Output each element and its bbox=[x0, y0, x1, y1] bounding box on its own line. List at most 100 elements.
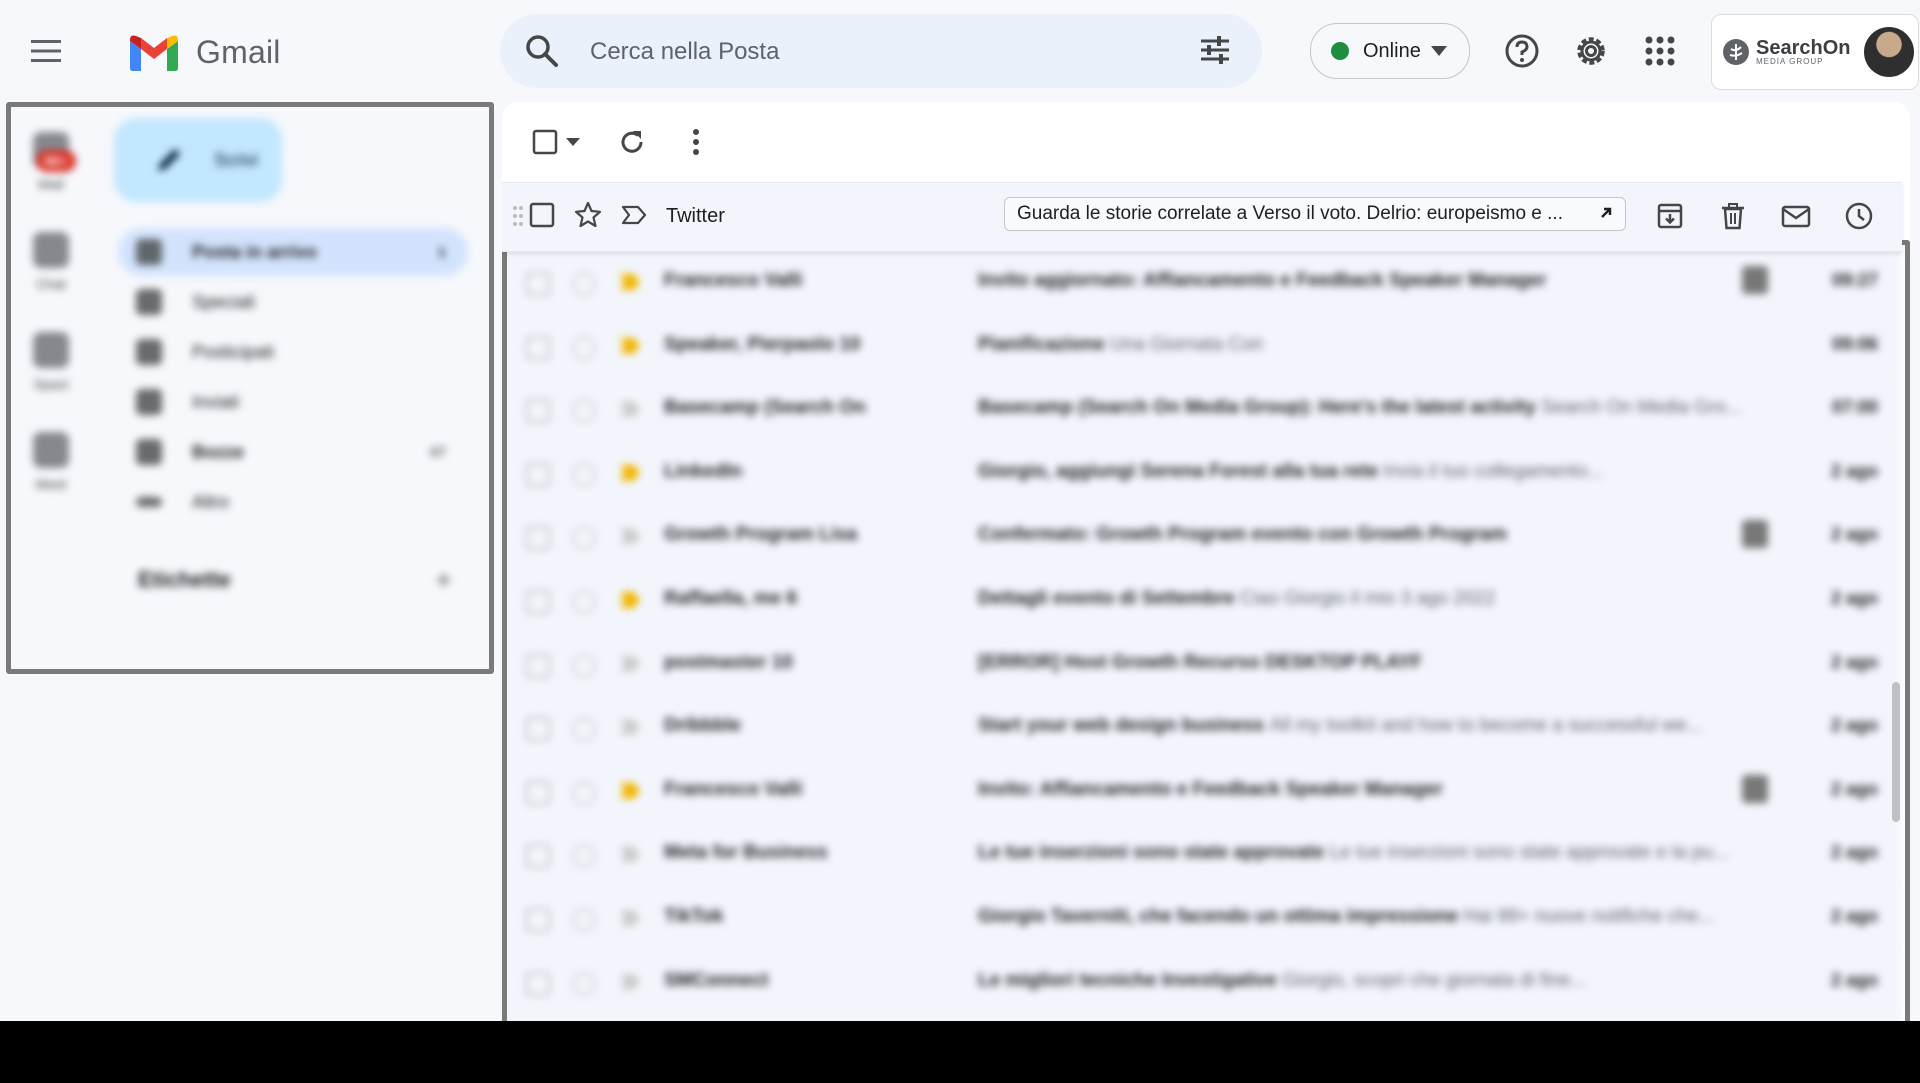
more-options-button[interactable] bbox=[676, 122, 716, 162]
star-icon[interactable] bbox=[572, 399, 596, 424]
email-subject: Pianificazione Una Giornata Con bbox=[978, 334, 1263, 356]
email-row[interactable]: Dribbble Start your web design business A… bbox=[502, 695, 1902, 759]
calendar-icon[interactable] bbox=[1742, 266, 1768, 294]
email-row[interactable]: Speaker, Pierpaolo 10 Pianificazione Una … bbox=[502, 313, 1902, 378]
star-icon[interactable] bbox=[572, 335, 596, 360]
row-checkbox[interactable] bbox=[526, 653, 550, 678]
row-checkbox[interactable] bbox=[526, 399, 550, 424]
search-bar[interactable] bbox=[500, 14, 1262, 88]
mark-unread-button[interactable] bbox=[1778, 198, 1814, 234]
email-row[interactable]: Basecamp (Search On Basecamp (Search On M… bbox=[502, 377, 1902, 441]
label-important-icon[interactable] bbox=[620, 401, 640, 418]
row-checkbox[interactable] bbox=[526, 971, 550, 996]
row-checkbox[interactable] bbox=[528, 201, 556, 229]
row-checkbox[interactable] bbox=[526, 462, 550, 487]
rail-item-meet[interactable]: Meet bbox=[6, 432, 96, 492]
apps-button[interactable] bbox=[1637, 28, 1683, 74]
sidebar-item-sent[interactable]: Inviati bbox=[118, 378, 468, 426]
search-options-button[interactable] bbox=[1198, 33, 1232, 67]
add-label-button[interactable]: + bbox=[436, 565, 451, 596]
importance-toggle[interactable] bbox=[620, 201, 648, 229]
row-checkbox[interactable] bbox=[526, 335, 550, 360]
email-row[interactable]: LinkedIn Giorgio, aggiungi Serena Forest … bbox=[502, 440, 1902, 505]
email-subject-text: Le migliori tecniche Investigative bbox=[978, 969, 1277, 991]
label-important-icon[interactable] bbox=[620, 528, 640, 545]
related-stories-chip[interactable]: Guarda le storie correlate a Verso il vo… bbox=[1004, 197, 1626, 231]
email-row[interactable] bbox=[502, 1013, 1902, 1021]
sidebar-item-snoozed[interactable]: Posticipati bbox=[118, 328, 468, 376]
star-icon[interactable] bbox=[572, 971, 596, 996]
email-row[interactable]: SMConnect Le migliori tecniche Investigat… bbox=[502, 949, 1902, 1014]
select-all-checkbox[interactable] bbox=[526, 122, 586, 162]
account-button[interactable]: SearchOn MEDIA GROUP bbox=[1711, 14, 1919, 90]
star-icon[interactable] bbox=[572, 717, 596, 742]
rail-item-mail[interactable]: Mail 99+ bbox=[6, 132, 96, 192]
calendar-icon[interactable] bbox=[1742, 774, 1768, 803]
email-row[interactable]: Francesco Valli Invito: Affiancamento e F… bbox=[502, 758, 1902, 823]
refresh-button[interactable] bbox=[612, 122, 652, 162]
caret-down-icon bbox=[1430, 46, 1447, 56]
status-dropdown[interactable]: Online bbox=[1310, 23, 1470, 79]
row-checkbox[interactable] bbox=[526, 272, 550, 296]
row-checkbox[interactable] bbox=[526, 907, 550, 932]
email-subject: Basecamp (Search On Media Group): Here's… bbox=[978, 397, 1742, 419]
row-checkbox[interactable] bbox=[526, 844, 550, 869]
star-icon[interactable] bbox=[572, 462, 596, 487]
label-important-icon[interactable] bbox=[620, 973, 640, 990]
calendar-icon[interactable] bbox=[1742, 520, 1768, 549]
star-icon[interactable] bbox=[572, 272, 596, 296]
label-important-icon[interactable] bbox=[620, 655, 640, 672]
label-important-icon[interactable] bbox=[620, 909, 640, 926]
email-row[interactable]: Raffaella, me 6 Dettagli evento di Settem… bbox=[502, 567, 1902, 632]
sidebar-item-starred[interactable]: Speciali bbox=[118, 278, 468, 326]
gmail-logo[interactable]: Gmail bbox=[130, 34, 281, 71]
sidebar-item-more[interactable]: Altro bbox=[118, 478, 468, 526]
star-icon[interactable] bbox=[572, 780, 596, 805]
row-checkbox[interactable] bbox=[526, 780, 550, 805]
label-important-icon[interactable] bbox=[620, 782, 640, 799]
label-important-icon[interactable] bbox=[620, 274, 640, 290]
email-row[interactable]: Growth Program Lisa Confermato: Growth Pr… bbox=[502, 504, 1902, 568]
snooze-button[interactable] bbox=[1841, 198, 1877, 234]
email-snippet: All my toolkit and how to become a succe… bbox=[1269, 715, 1703, 737]
archive-button[interactable] bbox=[1652, 198, 1688, 234]
star-icon[interactable] bbox=[572, 844, 596, 869]
main-menu-button[interactable] bbox=[22, 27, 70, 75]
row-checkbox[interactable] bbox=[526, 717, 550, 742]
sidebar-item-drafts[interactable]: Bozze 47 bbox=[118, 428, 468, 476]
star-icon[interactable] bbox=[572, 653, 596, 678]
search-input[interactable] bbox=[588, 31, 1152, 73]
compose-button[interactable]: Scrivi bbox=[114, 118, 282, 202]
email-date: 2 ago bbox=[1830, 905, 1878, 926]
search-button[interactable] bbox=[524, 33, 560, 69]
email-row-hovered[interactable]: Twitter Guarda le storie correlate a Ver… bbox=[502, 182, 1902, 252]
settings-button[interactable] bbox=[1568, 28, 1614, 74]
star-icon[interactable] bbox=[572, 526, 596, 551]
row-checkbox[interactable] bbox=[526, 589, 550, 614]
sidebar-item-count: 47 bbox=[429, 443, 446, 461]
star-icon[interactable] bbox=[572, 589, 596, 614]
email-row[interactable]: postmaster 10 [ERROR] Host Growth Recurso… bbox=[502, 631, 1902, 696]
email-row[interactable]: Meta for Business Le tue inserzioni sono … bbox=[502, 822, 1902, 886]
label-important-icon[interactable] bbox=[620, 591, 640, 608]
email-row[interactable]: TikTok Giorgio Taverniti, che facendo un … bbox=[502, 885, 1902, 950]
label-important-icon[interactable] bbox=[620, 464, 640, 481]
rail-item-chat[interactable]: Chat bbox=[6, 232, 96, 292]
delete-button[interactable] bbox=[1715, 198, 1751, 234]
email-date: 2 ago bbox=[1830, 460, 1878, 481]
label-important-icon[interactable] bbox=[620, 846, 640, 863]
label-important-icon[interactable] bbox=[620, 337, 640, 354]
brand-name: SearchOn bbox=[1756, 36, 1851, 59]
sidebar-item-inbox[interactable]: Posta in arrivo 1 bbox=[118, 228, 468, 276]
email-row[interactable]: Francesco Valli Invito aggiornato: Affian… bbox=[502, 250, 1902, 314]
star-icon[interactable] bbox=[572, 907, 596, 932]
drag-handle[interactable] bbox=[512, 205, 524, 227]
star-toggle[interactable] bbox=[574, 201, 602, 229]
label-important-icon[interactable] bbox=[620, 719, 640, 736]
list-scrollbar[interactable] bbox=[1892, 682, 1900, 822]
email-date: 07:00 bbox=[1831, 397, 1878, 418]
rail-item-spaces[interactable]: Spazi bbox=[6, 332, 96, 392]
email-sender: Meta for Business bbox=[664, 842, 828, 864]
row-checkbox[interactable] bbox=[526, 526, 550, 551]
help-button[interactable] bbox=[1499, 28, 1545, 74]
